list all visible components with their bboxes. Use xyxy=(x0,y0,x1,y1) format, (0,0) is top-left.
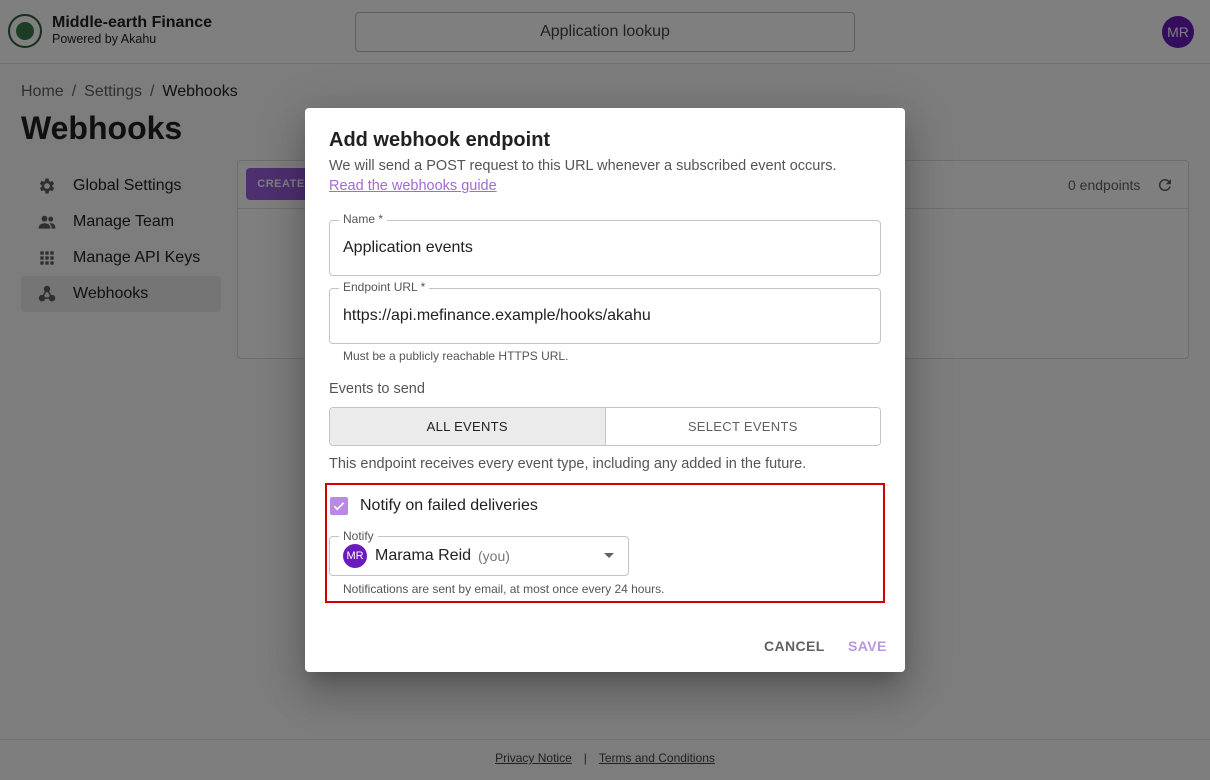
notify-user-you: (you) xyxy=(478,548,510,564)
events-label: Events to send xyxy=(329,381,425,397)
save-button[interactable]: SAVE xyxy=(848,638,887,654)
endpoint-url-label: Endpoint URL * xyxy=(339,280,430,294)
webhooks-guide-link[interactable]: Read the webhooks guide xyxy=(329,178,497,194)
name-field-label: Name * xyxy=(339,212,388,226)
notify-helper: Notifications are sent by email, at most… xyxy=(343,582,665,596)
notify-select-label: Notify xyxy=(339,529,378,543)
dialog-title: Add webhook endpoint xyxy=(329,129,551,151)
checkmark-icon xyxy=(333,502,345,511)
name-input[interactable] xyxy=(343,238,863,258)
select-events-toggle[interactable]: SELECT EVENTS xyxy=(604,408,880,445)
notify-user-avatar: MR xyxy=(343,544,367,568)
cancel-button[interactable]: CANCEL xyxy=(764,638,825,654)
endpoint-url-helper: Must be a publicly reachable HTTPS URL. xyxy=(343,349,569,363)
notify-checkbox-label[interactable]: Notify on failed deliveries xyxy=(360,497,538,515)
chevron-down-icon[interactable] xyxy=(604,553,614,558)
notify-checkbox[interactable] xyxy=(330,497,348,515)
all-events-toggle[interactable]: ALL EVENTS xyxy=(330,408,605,445)
events-description: This endpoint receives every event type,… xyxy=(329,456,807,472)
notify-user-name: Marama Reid xyxy=(375,547,472,564)
events-toggle-group: ALL EVENTS SELECT EVENTS xyxy=(329,407,881,446)
dialog-description: We will send a POST request to this URL … xyxy=(329,158,837,174)
endpoint-url-input[interactable] xyxy=(343,306,863,326)
